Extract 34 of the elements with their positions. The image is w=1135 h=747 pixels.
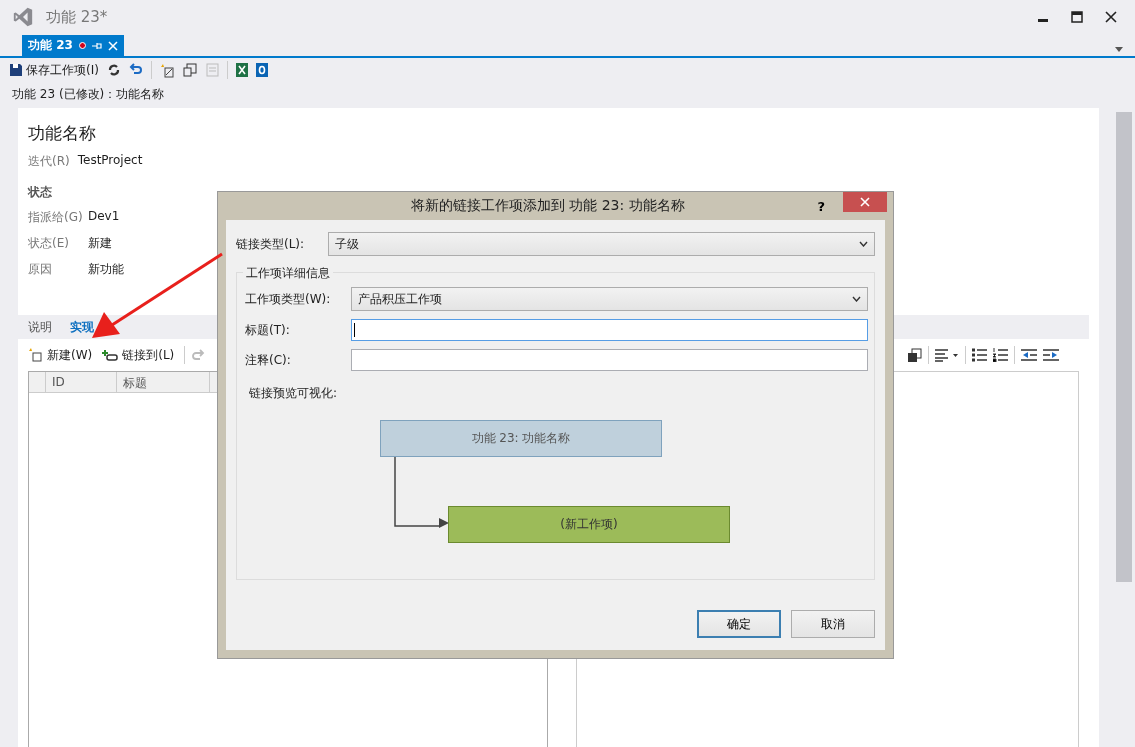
field-value[interactable]: 新功能 — [88, 261, 124, 278]
section-heading: 状态 — [28, 184, 53, 201]
field-label: 标题(T): — [245, 321, 291, 339]
work-item-header: 功能 23 (已修改)：功能名称 — [11, 86, 166, 103]
field-value[interactable]: TestProject — [77, 153, 143, 170]
form-tab[interactable]: 说明 — [28, 318, 52, 336]
field-value[interactable]: 新建 — [88, 235, 112, 252]
cancel-button[interactable]: 取消 — [791, 610, 875, 638]
save-button[interactable]: 保存工作项(I) — [10, 61, 99, 79]
field-value[interactable]: Dev1 — [88, 209, 120, 226]
parent-node: 功能 23: 功能名称 — [380, 420, 662, 457]
help-button[interactable]: ? — [811, 197, 831, 215]
child-node: (新工作项) — [448, 506, 730, 543]
dialog-title: 将新的链接工作项添加到 功能 23: 功能名称 — [410, 197, 685, 215]
field-label: 原因 — [28, 261, 53, 278]
work-item-type-dropdown[interactable]: 产品积压工作项 — [351, 287, 868, 311]
field-label: 迭代(R) — [28, 153, 70, 170]
column-header[interactable]: ID — [46, 372, 117, 392]
document-tab[interactable]: 功能 23 — [22, 35, 124, 56]
field-label: 链接类型(L): — [236, 235, 306, 253]
group-title: 工作项详细信息 — [243, 265, 333, 282]
field-label: 指派给(G) — [28, 209, 84, 226]
link-type-dropdown[interactable]: 子级 — [328, 232, 875, 256]
preview-label: 链接预览可视化: — [249, 385, 339, 402]
window-title: 功能 23* — [46, 7, 108, 27]
new-link-button[interactable]: 新建(W) — [28, 346, 93, 364]
field-label: 状态(E) — [28, 235, 70, 252]
field-label: 注释(C): — [245, 351, 292, 369]
work-item-title: 功能名称 — [28, 122, 97, 145]
link-to-button[interactable]: 链接到(L) — [102, 346, 175, 364]
field-label: 工作项类型(W): — [245, 290, 332, 308]
form-tab[interactable]: 实现 — [70, 318, 94, 336]
column-header[interactable]: 标题 — [117, 372, 210, 392]
ok-button[interactable]: 确定 — [697, 610, 781, 638]
